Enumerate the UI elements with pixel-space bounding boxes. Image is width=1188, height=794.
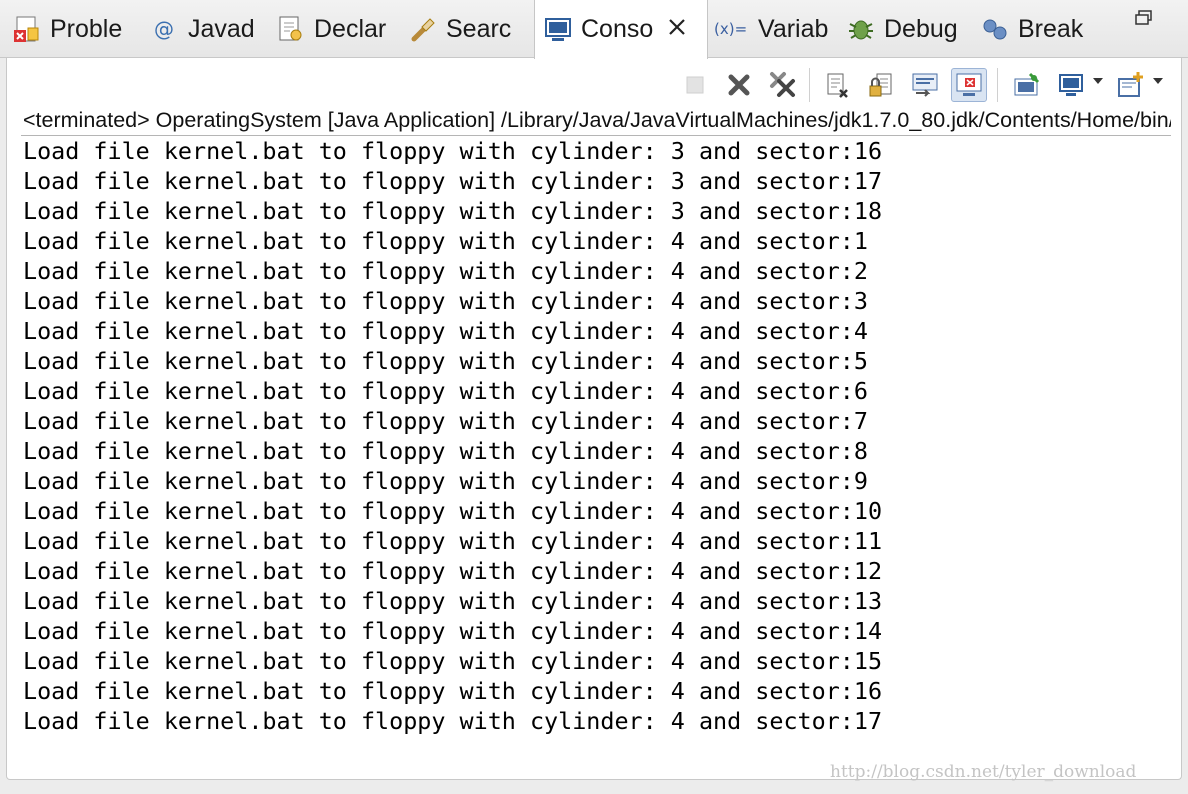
console-line: Load file kernel.bat to floppy with cyli… (23, 407, 868, 435)
console-toolbar (7, 58, 1181, 110)
tab-problems[interactable]: Proble (12, 0, 122, 58)
console-line: Load file kernel.bat to floppy with cyli… (23, 257, 868, 285)
debug-icon (846, 14, 876, 44)
word-wrap-icon[interactable] (907, 68, 943, 102)
tab-label: Variab (758, 14, 829, 43)
svg-text:(x)=: (x)= (714, 20, 747, 38)
tab-variables[interactable]: (x)= Variab (714, 0, 828, 58)
console-line: Load file kernel.bat to floppy with cyli… (23, 617, 883, 645)
clear-console-icon[interactable] (819, 68, 855, 102)
open-console-icon[interactable] (1113, 68, 1149, 102)
tab-breakpoints[interactable]: Break (980, 0, 1083, 58)
pin-console-icon[interactable] (1009, 68, 1045, 102)
console-line: Load file kernel.bat to floppy with cyli… (23, 137, 883, 165)
console-view: <terminated> OperatingSystem [Java Appli… (6, 58, 1182, 780)
console-line: Load file kernel.bat to floppy with cyli… (23, 587, 883, 615)
remove-all-terminated-icon[interactable] (765, 68, 801, 102)
console-line: Load file kernel.bat to floppy with cyli… (23, 467, 868, 495)
console-line: Load file kernel.bat to floppy with cyli… (23, 707, 883, 735)
javadoc-icon: @ (150, 14, 180, 44)
tab-debug[interactable]: Debug (846, 0, 958, 58)
maximize-view-icon[interactable] (1134, 10, 1154, 26)
console-line: Load file kernel.bat to floppy with cyli… (23, 287, 868, 315)
declaration-icon (276, 14, 306, 44)
tab-label: Searc (446, 14, 512, 43)
tab-label: Break (1018, 14, 1084, 43)
tab-declaration[interactable]: Declar (276, 0, 386, 58)
variables-icon: (x)= (714, 14, 750, 44)
tab-label: Proble (50, 14, 123, 43)
console-line: Load file kernel.bat to floppy with cyli… (23, 317, 868, 345)
console-output[interactable]: Load file kernel.bat to floppy with cyli… (23, 136, 1173, 736)
tab-label: Conso (581, 15, 654, 43)
console-dropdown-arrow-icon[interactable] (1093, 78, 1103, 84)
scroll-lock-icon[interactable] (863, 68, 899, 102)
open-console-dropdown-arrow-icon[interactable] (1153, 78, 1163, 84)
console-icon (543, 15, 573, 45)
console-line: Load file kernel.bat to floppy with cyli… (23, 437, 868, 465)
search-icon (408, 14, 438, 44)
console-line: Load file kernel.bat to floppy with cyli… (23, 527, 883, 555)
console-line: Load file kernel.bat to floppy with cyli… (23, 677, 883, 705)
process-status-header: <terminated> OperatingSystem [Java Appli… (23, 108, 1171, 132)
console-line: Load file kernel.bat to floppy with cyli… (23, 557, 883, 585)
problems-icon (12, 14, 42, 44)
tab-label: Javad (188, 14, 255, 43)
console-line: Load file kernel.bat to floppy with cyli… (23, 497, 883, 525)
tab-search[interactable]: Searc (408, 0, 511, 58)
terminate-icon[interactable] (677, 68, 713, 102)
close-tab-icon[interactable] (667, 17, 687, 43)
console-line: Load file kernel.bat to floppy with cyli… (23, 347, 868, 375)
remove-launch-icon[interactable] (721, 68, 757, 102)
view-tab-bar: Proble @ Javad Declar Searc Conso (x)= V… (0, 0, 1188, 59)
breakpoints-icon (980, 14, 1010, 44)
console-line: Load file kernel.bat to floppy with cyli… (23, 377, 868, 405)
display-selected-console-icon[interactable] (1053, 68, 1089, 102)
tab-label: Debug (884, 14, 958, 43)
console-line: Load file kernel.bat to floppy with cyli… (23, 227, 868, 255)
console-line: Load file kernel.bat to floppy with cyli… (23, 167, 883, 195)
show-console-on-output-icon[interactable] (951, 68, 987, 102)
tab-javadoc[interactable]: @ Javad (150, 0, 255, 58)
watermark: http://blog.csdn.net/tyler_download (830, 762, 1137, 782)
tab-label: Declar (314, 14, 387, 43)
console-line: Load file kernel.bat to floppy with cyli… (23, 647, 883, 675)
console-line: Load file kernel.bat to floppy with cyli… (23, 197, 883, 225)
tab-console[interactable]: Conso (534, 0, 708, 59)
svg-text:@: @ (154, 17, 174, 41)
